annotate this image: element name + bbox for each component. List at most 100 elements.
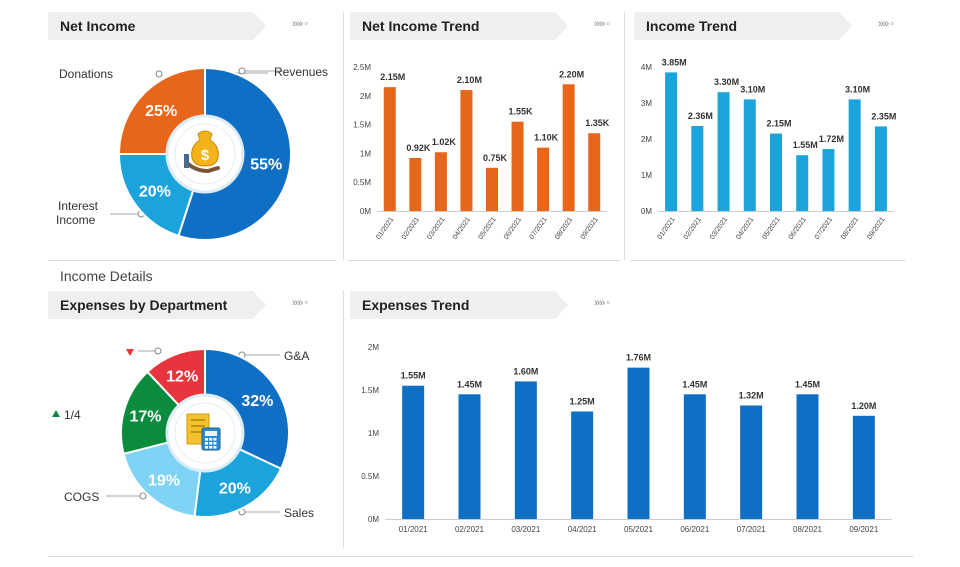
x-tick-label: 06/2021 — [788, 216, 808, 241]
y-tick-label: 2M — [368, 343, 379, 352]
x-tick-label: 08/2021 — [554, 216, 574, 241]
calculator-key — [213, 446, 217, 449]
data-label: 2.35M — [871, 111, 896, 121]
data-label: 2.10M — [457, 75, 482, 85]
x-tick-label: 01/2021 — [656, 216, 676, 241]
y-tick-label: 2M — [641, 135, 652, 144]
pie-label-ratio: 1/4 — [64, 408, 81, 422]
pie-value-label: 19% — [148, 473, 180, 490]
expenses-trend-header: Expenses Trend »» ◦ — [350, 291, 620, 319]
x-tick-label: 05/2021 — [761, 216, 781, 241]
net-income-header: Net Income »» ◦ — [48, 12, 318, 40]
x-tick-label: 09/2021 — [580, 216, 600, 241]
net-income-trend-header: Net Income Trend »» ◦ — [350, 12, 620, 40]
calculator-screen — [205, 431, 217, 436]
data-label: 1.10K — [534, 133, 559, 143]
y-tick-label: 4M — [641, 63, 652, 72]
bar — [571, 411, 594, 519]
data-label: 0.92K — [406, 143, 431, 153]
more-icon[interactable]: »» ◦ — [878, 18, 894, 30]
x-tick-label: 02/2021 — [683, 216, 703, 241]
data-label: 1.45M — [682, 379, 707, 389]
pie-value-label: 25% — [145, 103, 177, 120]
pie-label-interest-income-1: Interest — [58, 199, 99, 213]
more-icon[interactable]: »» ◦ — [594, 18, 610, 30]
bar — [665, 72, 678, 212]
divider-horizontal-1 — [48, 260, 336, 261]
pie-label-ga: G&A — [284, 349, 310, 363]
divider-vertical-2 — [624, 12, 625, 260]
x-tick-label: 08/2021 — [840, 216, 860, 241]
y-tick-label: 1M — [360, 149, 371, 158]
x-tick-label: 05/2021 — [477, 216, 497, 241]
x-tick-label: 08/2021 — [793, 525, 822, 534]
pie-leader-marker — [139, 492, 147, 500]
data-label: 1.55M — [401, 371, 426, 381]
divider-horizontal-3 — [630, 260, 906, 261]
data-label: 3.10M — [740, 84, 765, 94]
data-label: 2.20M — [559, 69, 584, 79]
data-label: 1.35K — [585, 118, 610, 128]
data-label: 1.72M — [819, 134, 844, 144]
bar — [511, 121, 524, 211]
divider-horizontal-bottom — [48, 556, 914, 557]
calculator-key — [205, 438, 208, 441]
pie-leader-marker — [155, 70, 163, 78]
x-tick-label: 02/2021 — [401, 216, 421, 241]
expenses-by-department-header: Expenses by Department »» ◦ — [48, 291, 318, 319]
pie-label-sales: Sales — [284, 506, 315, 520]
more-icon[interactable]: »» ◦ — [594, 297, 610, 309]
bar — [691, 126, 704, 211]
data-label: 3.30M — [714, 77, 739, 87]
data-label: 1.45M — [457, 379, 482, 389]
bar — [796, 394, 819, 519]
net-income-trend-title: Net Income Trend — [362, 18, 480, 34]
income-trend-bar-chart: 0M 1M 2M 3M 4M 3.85M 01/2021 2.36M 02/2021 3.30M 0… — [641, 57, 897, 241]
x-tick-label: 09/2021 — [866, 216, 886, 241]
data-label: 1.55M — [793, 140, 818, 150]
bar — [460, 90, 473, 211]
divider-horizontal-2 — [348, 260, 620, 261]
pie-leader-marker — [238, 67, 246, 75]
pie-value-label: 20% — [139, 183, 171, 200]
bar — [874, 126, 887, 211]
income-trend-header: Income Trend »» ◦ — [634, 12, 904, 40]
expenses-trend-title: Expenses Trend — [362, 297, 470, 313]
y-tick-label: 1M — [368, 429, 379, 438]
bar — [514, 381, 537, 519]
pie-leader-marker — [154, 347, 162, 355]
income-trend-title: Income Trend — [646, 18, 738, 34]
calculator-key — [213, 438, 217, 441]
expenses-trend-bar-chart: 0M 0.5M 1M 1.5M 2M 1.55M 01/2021 1.45M 02/2021 1.… — [361, 343, 892, 534]
more-icon[interactable]: »» ◦ — [292, 297, 308, 309]
y-tick-label: 0.5M — [361, 472, 379, 481]
x-tick-label: 03/2021 — [426, 216, 446, 241]
data-label: 3.85M — [662, 57, 687, 67]
x-tick-label: 04/2021 — [568, 525, 597, 534]
bar — [458, 394, 481, 519]
data-label: 1.55K — [509, 107, 534, 117]
data-label: 2.15M — [380, 72, 405, 82]
data-label: 1.25M — [570, 397, 595, 407]
pie-value-label: 32% — [241, 393, 273, 410]
pie-label-donations: Donations — [59, 67, 114, 81]
pie-value-label: 55% — [250, 157, 282, 174]
pie-label-revenues: Revenues — [274, 65, 329, 79]
x-tick-label: 09/2021 — [849, 525, 878, 534]
bar — [822, 149, 835, 211]
x-tick-label: 02/2021 — [455, 525, 484, 534]
x-tick-label: 06/2021 — [680, 525, 709, 534]
pie-value-label: 12% — [166, 368, 198, 385]
data-label: 1.32M — [739, 390, 764, 400]
y-tick-label: 1M — [641, 171, 652, 180]
data-label: 0.75K — [483, 153, 508, 163]
pie-label-cogs: COGS — [64, 490, 100, 504]
data-label: 1.02K — [432, 137, 457, 147]
net-income-pie-chart: $ 55% 20% 25% — [110, 66, 292, 241]
pie-value-label: 20% — [219, 480, 251, 497]
more-icon[interactable]: »» ◦ — [292, 18, 308, 30]
y-tick-label: 3M — [641, 99, 652, 108]
bar — [409, 158, 422, 211]
bar — [562, 84, 575, 211]
income-details-label: Income Details — [60, 268, 153, 284]
